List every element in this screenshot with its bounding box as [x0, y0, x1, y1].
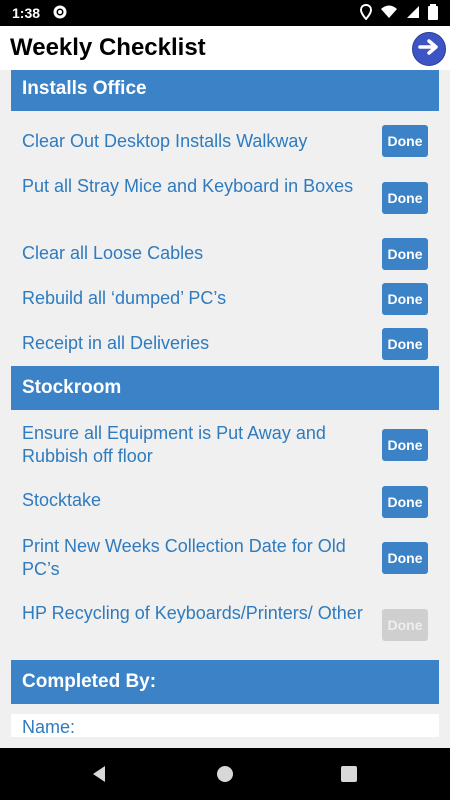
checklist-item-text: Stocktake: [22, 490, 102, 510]
done-button[interactable]: Done: [382, 238, 428, 270]
checklist-item-text: Put all Stray Mice and Keyboard in Boxes: [22, 176, 354, 196]
done-button[interactable]: Done: [382, 328, 428, 360]
page-title: Weekly Checklist: [10, 34, 206, 61]
done-button[interactable]: Done: [382, 125, 428, 157]
done-button-disabled: Done: [382, 609, 428, 641]
wifi-icon: [380, 5, 398, 22]
checklist-item-text: Clear all Loose Cables: [22, 243, 204, 263]
checklist-content[interactable]: Installs Office Clear Out Desktop Instal…: [0, 70, 450, 748]
checklist-item-text: Rebuild all ‘dumped’ PC’s: [22, 288, 227, 308]
signal-icon: [406, 5, 420, 22]
done-button[interactable]: Done: [382, 182, 428, 214]
section-header-completed-by: Completed By:: [11, 660, 439, 704]
section-header-stockroom: Stockroom: [11, 366, 439, 410]
battery-icon: [428, 3, 438, 23]
section-header-installs-office: Installs Office: [11, 70, 439, 111]
navigation-bar: [0, 748, 450, 800]
home-icon[interactable]: [216, 765, 234, 788]
done-button[interactable]: Done: [382, 429, 428, 461]
name-field-container[interactable]: Name:: [11, 714, 439, 737]
status-time: 1:38: [12, 5, 41, 21]
app-bar: Weekly Checklist: [0, 26, 450, 70]
settings-gear-icon: [52, 4, 68, 23]
done-button[interactable]: Done: [382, 542, 428, 574]
checklist-item-text: Receipt in all Deliveries: [22, 333, 210, 353]
done-button[interactable]: Done: [382, 283, 428, 315]
arrow-right-icon: [418, 38, 440, 61]
location-icon: [359, 3, 373, 23]
checklist-item-text: Print New Weeks Collection Date for Old …: [22, 536, 346, 579]
recents-icon[interactable]: [341, 766, 357, 787]
checklist-item-text: Clear Out Desktop Installs Walkway: [22, 131, 308, 151]
name-label: Name:: [22, 717, 76, 737]
checklist-item-text: HP Recycling of Keyboards/Printers/ Othe…: [22, 603, 363, 623]
back-icon[interactable]: [90, 765, 108, 788]
done-button[interactable]: Done: [382, 486, 428, 518]
status-bar: 1:38: [0, 0, 450, 26]
checklist-item-text: Ensure all Equipment is Put Away and Rub…: [22, 423, 326, 466]
next-button[interactable]: [412, 32, 446, 66]
